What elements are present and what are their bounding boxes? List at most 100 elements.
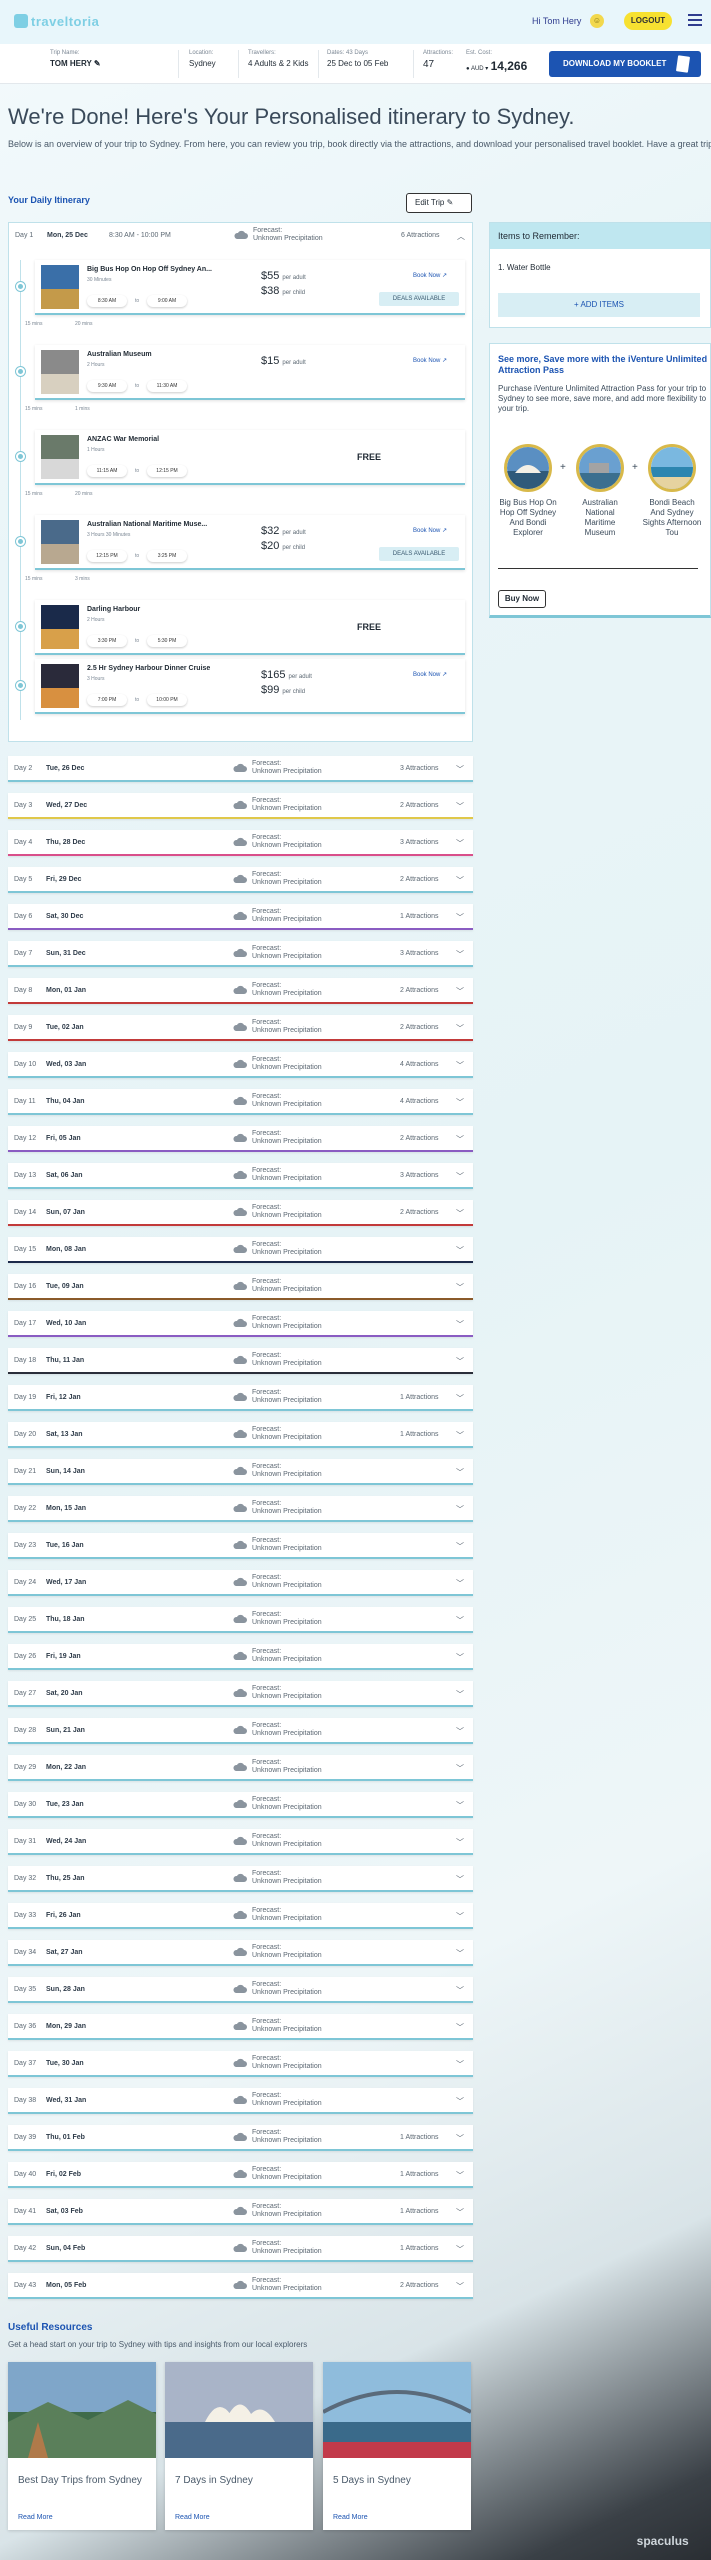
chevron-down-icon[interactable]: ﹀ [456,1541,464,1552]
activity-card[interactable]: Australian National Maritime Muse... 3 Ho… [35,515,465,570]
book-now-link[interactable]: Book Now ↗ [413,671,447,678]
start-time-field[interactable]: 11:15 AM [87,465,127,477]
activity-card[interactable]: Darling Harbour 2 Hours 3:30 PM to 5:30 PM FR… [35,600,465,655]
day-row[interactable]: Day 23 Tue, 16 Jan Forecast: Unknown Precip… [8,1533,473,1559]
download-booklet-button[interactable]: DOWNLOAD MY BOOKLET [549,51,701,77]
day-1-header[interactable]: Day 1 Mon, 25 Dec 8:30 AM - 10:00 PM For… [9,223,472,249]
day-row[interactable]: Day 19 Fri, 12 Jan Forecast: Unknown Precip… [8,1385,473,1411]
day-row[interactable]: Day 24 Wed, 17 Jan Forecast: Unknown Precip… [8,1570,473,1596]
day-row[interactable]: Day 22 Mon, 15 Jan Forecast: Unknown Precip… [8,1496,473,1522]
chevron-down-icon[interactable]: ﹀ [456,1615,464,1626]
day-row[interactable]: Day 17 Wed, 10 Jan Forecast: Unknown Precip… [8,1311,473,1337]
chevron-down-icon[interactable]: ﹀ [456,1097,464,1108]
chevron-down-icon[interactable]: ﹀ [456,986,464,997]
read-more-link[interactable]: Read More [175,2514,210,2521]
start-time-field[interactable]: 3:30 PM [87,635,127,647]
day-row[interactable]: Day 18 Thu, 11 Jan Forecast: Unknown Precip… [8,1348,473,1374]
buy-now-button[interactable]: Buy Now [498,590,546,608]
chevron-down-icon[interactable]: ﹀ [456,1985,464,1996]
day-row[interactable]: Day 4 Thu, 28 Dec Forecast: Unknown Precipi… [8,830,473,856]
day-row[interactable]: Day 20 Sat, 13 Jan Forecast: Unknown Precip… [8,1422,473,1448]
day-row[interactable]: Day 42 Sun, 04 Feb Forecast: Unknown Precip… [8,2236,473,2262]
day-row[interactable]: Day 26 Fri, 19 Jan Forecast: Unknown Precip… [8,1644,473,1670]
chevron-down-icon[interactable]: ﹀ [456,1726,464,1737]
day-row[interactable]: Day 27 Sat, 20 Jan Forecast: Unknown Precip… [8,1681,473,1707]
deals-available-button[interactable]: DEALS AVAILABLE [379,547,459,561]
day-row[interactable]: Day 38 Wed, 31 Jan Forecast: Unknown Precip… [8,2088,473,2114]
logout-button[interactable]: LOGOUT [624,12,672,30]
end-time-field[interactable]: 3:25 PM [147,550,187,562]
chevron-down-icon[interactable]: ﹀ [456,1134,464,1145]
chevron-up-icon[interactable]: ︿ [457,231,465,242]
day-row[interactable]: Day 2 Tue, 26 Dec Forecast: Unknown Precipi… [8,756,473,782]
day-row[interactable]: Day 28 Sun, 21 Jan Forecast: Unknown Precip… [8,1718,473,1744]
chevron-down-icon[interactable]: ﹀ [456,1319,464,1330]
chevron-down-icon[interactable]: ﹀ [456,2133,464,2144]
activity-card[interactable]: 2.5 Hr Sydney Harbour Dinner Cruise 3 Hou… [35,659,465,714]
chevron-down-icon[interactable]: ﹀ [456,1837,464,1848]
day-row[interactable]: Day 39 Thu, 01 Feb Forecast: Unknown Precip… [8,2125,473,2151]
resource-card[interactable]: 5 Days in Sydney Read More [323,2362,471,2530]
day-row[interactable]: Day 7 Sun, 31 Dec Forecast: Unknown Precipi… [8,941,473,967]
day-row[interactable]: Day 12 Fri, 05 Jan Forecast: Unknown Precip… [8,1126,473,1152]
day-row[interactable]: Day 36 Mon, 29 Jan Forecast: Unknown Precip… [8,2014,473,2040]
chevron-down-icon[interactable]: ﹀ [456,1023,464,1034]
day-row[interactable]: Day 43 Mon, 05 Feb Forecast: Unknown Precip… [8,2273,473,2299]
start-time-field[interactable]: 8:30 AM [87,295,127,307]
day-row[interactable]: Day 5 Fri, 29 Dec Forecast: Unknown Precipi… [8,867,473,893]
trip-name-field[interactable]: Trip Name: TOM HERY ✎ [50,50,101,68]
chevron-down-icon[interactable]: ﹀ [456,2244,464,2255]
chevron-down-icon[interactable]: ﹀ [456,1393,464,1404]
day-row[interactable]: Day 10 Wed, 03 Jan Forecast: Unknown Precip… [8,1052,473,1078]
hamburger-menu-icon[interactable] [688,14,702,26]
chevron-down-icon[interactable]: ﹀ [456,1171,464,1182]
end-time-field[interactable]: 11:30 AM [147,380,187,392]
book-now-link[interactable]: Book Now ↗ [413,527,447,534]
end-time-field[interactable]: 10:00 PM [147,694,187,706]
day-row[interactable]: Day 32 Thu, 25 Jan Forecast: Unknown Precip… [8,1866,473,1892]
chevron-down-icon[interactable]: ﹀ [456,1948,464,1959]
chevron-down-icon[interactable]: ﹀ [456,1245,464,1256]
day-row[interactable]: Day 33 Fri, 26 Jan Forecast: Unknown Precip… [8,1903,473,1929]
day-row[interactable]: Day 30 Tue, 23 Jan Forecast: Unknown Precip… [8,1792,473,1818]
day-row[interactable]: Day 11 Thu, 04 Jan Forecast: Unknown Precip… [8,1089,473,1115]
chevron-down-icon[interactable]: ﹀ [456,1467,464,1478]
day-row[interactable]: Day 16 Tue, 09 Jan Forecast: Unknown Precip… [8,1274,473,1300]
chevron-down-icon[interactable]: ﹀ [456,949,464,960]
chevron-down-icon[interactable]: ﹀ [456,838,464,849]
add-items-button[interactable]: + ADD ITEMS [498,293,700,317]
chevron-down-icon[interactable]: ﹀ [456,2281,464,2292]
day-row[interactable]: Day 37 Tue, 30 Jan Forecast: Unknown Precip… [8,2051,473,2077]
chevron-down-icon[interactable]: ﹀ [456,1356,464,1367]
chevron-down-icon[interactable]: ﹀ [456,1430,464,1441]
end-time-field[interactable]: 12:15 PM [147,465,187,477]
day-row[interactable]: Day 9 Tue, 02 Jan Forecast: Unknown Precipi… [8,1015,473,1041]
deals-available-button[interactable]: DEALS AVAILABLE [379,292,459,306]
start-time-field[interactable]: 9:30 AM [87,380,127,392]
pass-attraction[interactable]: Australian National Maritime Museum [570,444,630,538]
day-row[interactable]: Day 21 Sun, 14 Jan Forecast: Unknown Precip… [8,1459,473,1485]
day-row[interactable]: Day 3 Wed, 27 Dec Forecast: Unknown Precipi… [8,793,473,819]
day-row[interactable]: Day 40 Fri, 02 Feb Forecast: Unknown Precip… [8,2162,473,2188]
chevron-down-icon[interactable]: ﹀ [456,875,464,886]
user-greeting[interactable]: Hi Tom Hery [532,16,581,26]
book-now-link[interactable]: Book Now ↗ [413,272,447,279]
resource-card[interactable]: 7 Days in Sydney Read More [165,2362,313,2530]
edit-pencil-icon[interactable]: ✎ [94,59,101,68]
chevron-down-icon[interactable]: ﹀ [456,1874,464,1885]
chevron-down-icon[interactable]: ﹀ [456,1652,464,1663]
chevron-down-icon[interactable]: ﹀ [456,1800,464,1811]
end-time-field[interactable]: 5:30 PM [147,635,187,647]
currency-select[interactable]: ● AUD ▾ [466,66,488,72]
edit-trip-button[interactable]: Edit Trip ✎ [406,193,472,213]
day-row[interactable]: Day 29 Mon, 22 Jan Forecast: Unknown Precip… [8,1755,473,1781]
pass-attraction[interactable]: Bondi Beach And Sydney Sights Afternoon … [642,444,702,538]
chevron-down-icon[interactable]: ﹀ [456,1208,464,1219]
day-row[interactable]: Day 8 Mon, 01 Jan Forecast: Unknown Precipi… [8,978,473,1004]
day-row[interactable]: Day 6 Sat, 30 Dec Forecast: Unknown Precipi… [8,904,473,930]
day-row[interactable]: Day 25 Thu, 18 Jan Forecast: Unknown Precip… [8,1607,473,1633]
activity-card[interactable]: Big Bus Hop On Hop Off Sydney An... 30 Mi… [35,260,465,315]
day-row[interactable]: Day 14 Sun, 07 Jan Forecast: Unknown Precip… [8,1200,473,1226]
chevron-down-icon[interactable]: ﹀ [456,1504,464,1515]
start-time-field[interactable]: 12:15 PM [87,550,127,562]
